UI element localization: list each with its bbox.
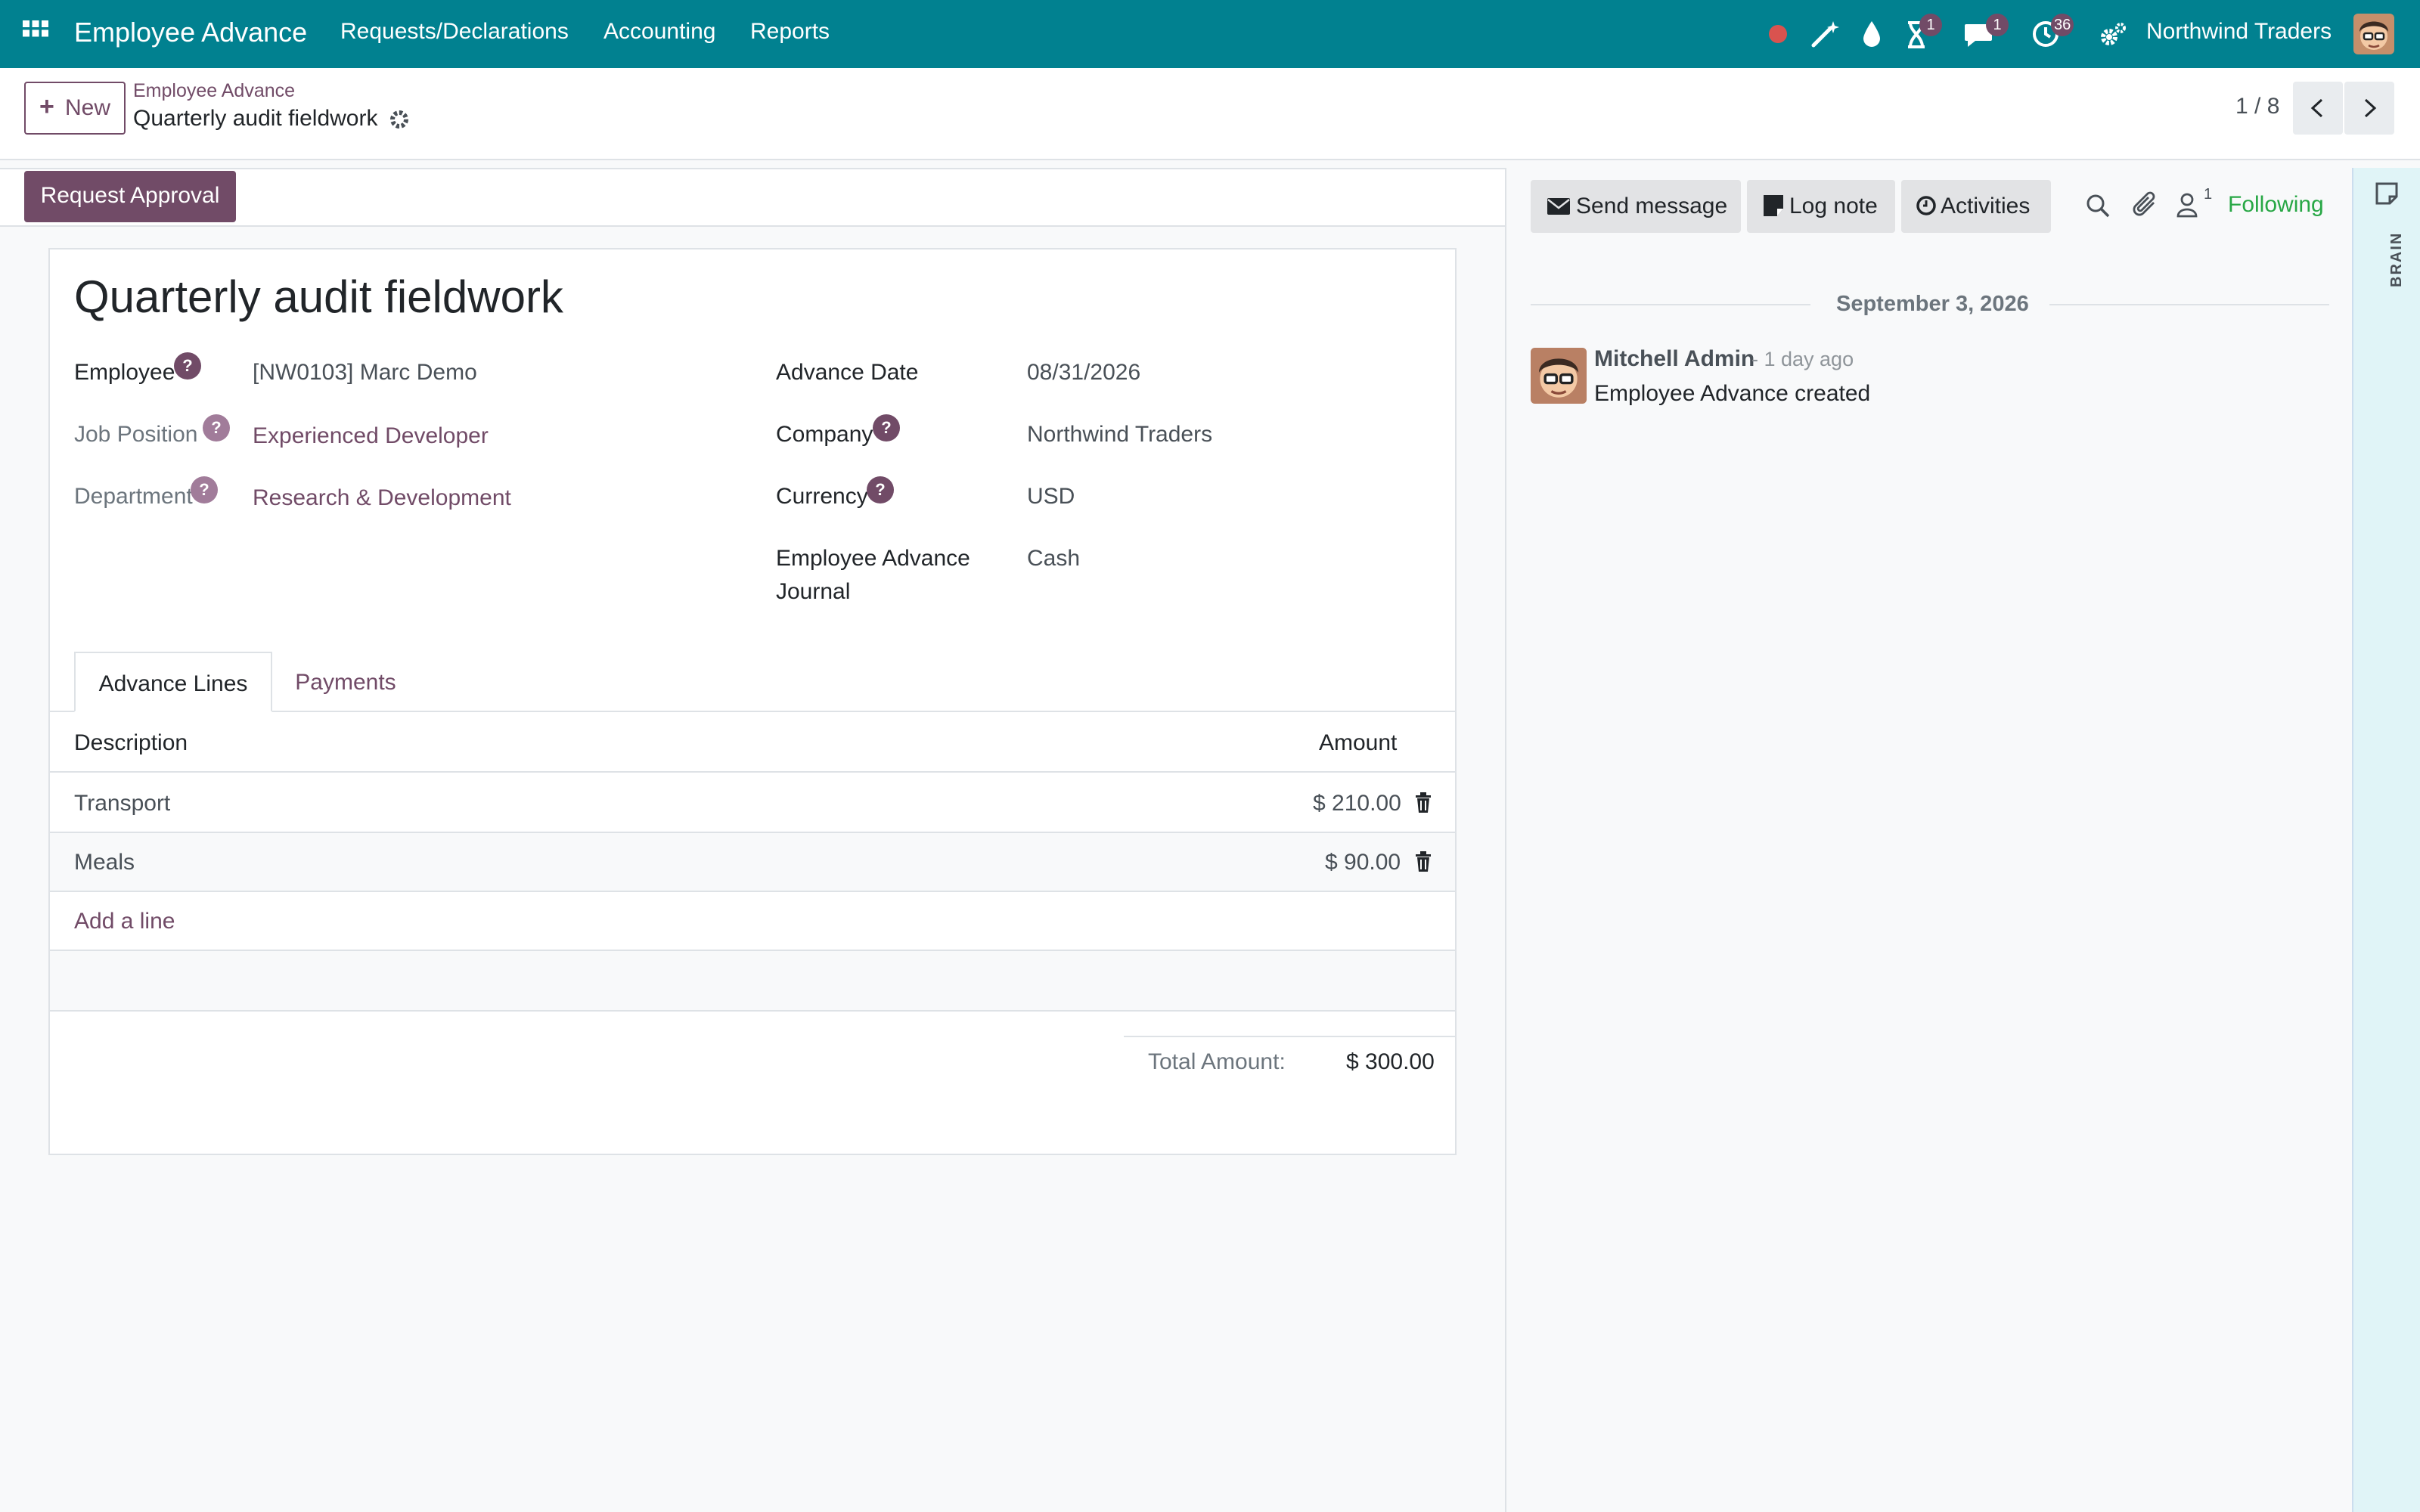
user-avatar[interactable]	[2353, 14, 2394, 54]
breadcrumb-parent[interactable]: Employee Advance	[133, 80, 295, 102]
company-switcher[interactable]: Northwind Traders	[2146, 19, 2332, 45]
menu-accounting[interactable]: Accounting	[603, 19, 715, 45]
total-amount-label: Total Amount:	[1148, 1049, 1286, 1074]
trash-icon[interactable]	[1414, 851, 1432, 872]
log-note-button[interactable]: Log note	[1747, 180, 1895, 233]
department-help-icon[interactable]: ?	[191, 476, 218, 503]
chevron-left-icon	[2310, 98, 2323, 118]
employee-value[interactable]: [NW0103] Marc Demo	[253, 360, 477, 386]
paperclip-icon[interactable]	[2133, 191, 2158, 219]
row-description-meals[interactable]: Meals	[74, 850, 135, 875]
clock-icon	[1916, 196, 1936, 215]
send-message-button[interactable]: Send message	[1531, 180, 1741, 233]
menu-reports[interactable]: Reports	[750, 19, 830, 45]
table-bottom-divider	[48, 1010, 1457, 1012]
row-divider	[48, 891, 1457, 892]
column-header-amount[interactable]: Amount	[1319, 730, 1397, 756]
department-label: Department	[74, 484, 193, 509]
following-button[interactable]: Following	[2228, 192, 2324, 218]
date-separator-line	[1531, 304, 1810, 305]
job-position-help-icon[interactable]: ?	[203, 414, 230, 442]
empty-row	[50, 951, 1455, 1010]
magic-wand-icon[interactable]	[1810, 20, 1839, 48]
message-body: Employee Advance created	[1594, 381, 1871, 406]
record-title[interactable]: Quarterly audit fieldwork	[74, 271, 563, 323]
plus-icon: +	[39, 92, 54, 121]
send-message-label: Send message	[1576, 194, 1728, 218]
currency-label: Currency	[776, 484, 868, 509]
tab-advance-lines[interactable]: Advance Lines	[74, 652, 272, 712]
journal-label-line1: Employee Advance	[776, 546, 970, 571]
author-avatar[interactable]	[1531, 348, 1587, 404]
message-author[interactable]: Mitchell Admin	[1594, 346, 1754, 372]
clock-badge: 36	[2051, 14, 2074, 36]
chevron-right-icon	[2364, 98, 2377, 118]
currency-value[interactable]: USD	[1027, 484, 1075, 510]
column-header-description[interactable]: Description	[74, 730, 188, 756]
brain-panel-label[interactable]: BRAIN	[2388, 232, 2406, 287]
sticky-note-icon[interactable]	[2375, 181, 2399, 206]
advance-date-label: Advance Date	[776, 360, 919, 385]
date-separator: September 3, 2026	[1836, 292, 2029, 316]
activities-button[interactable]: Activities	[1901, 180, 2051, 233]
job-position-label: Job Position	[74, 422, 198, 447]
department-value[interactable]: Research & Development	[253, 485, 511, 511]
droplet-icon[interactable]	[1862, 20, 1882, 48]
record-settings-gear-icon[interactable]	[389, 109, 410, 130]
total-divider	[1124, 1036, 1455, 1037]
total-amount-value: $ 300.00	[1346, 1049, 1435, 1074]
brain-side-panel	[2352, 168, 2420, 1512]
activity-badge: 1	[1919, 14, 1942, 36]
recording-dot-icon[interactable]	[1768, 24, 1788, 44]
follower-count: 1	[2204, 186, 2213, 203]
date-separator-line	[2049, 304, 2329, 305]
row-amount-meals[interactable]: $ 90.00	[1325, 850, 1401, 875]
log-note-label: Log note	[1789, 194, 1878, 218]
company-value[interactable]: Northwind Traders	[1027, 422, 1212, 448]
envelope-icon	[1547, 198, 1570, 215]
request-approval-button[interactable]: Request Approval	[24, 171, 236, 222]
row-background	[50, 833, 1455, 891]
tab-payments[interactable]: Payments	[274, 652, 417, 712]
search-icon[interactable]	[2086, 194, 2110, 218]
message-time: - 1 day ago	[1751, 348, 1854, 370]
currency-help-icon[interactable]: ?	[867, 476, 894, 503]
job-position-value[interactable]: Experienced Developer	[253, 423, 489, 449]
pager-next-button[interactable]	[2344, 82, 2394, 135]
new-button[interactable]: + New	[24, 82, 126, 135]
pager-value[interactable]: 1 / 8	[2235, 94, 2279, 119]
breadcrumb-current: Quarterly audit fieldwork	[133, 106, 378, 131]
employee-label: Employee	[74, 360, 175, 385]
employee-help-icon[interactable]: ?	[174, 352, 201, 380]
row-description-transport[interactable]: Transport	[74, 791, 170, 816]
follower-user-icon[interactable]	[2176, 192, 2198, 218]
company-label: Company	[776, 422, 873, 447]
trash-icon[interactable]	[1414, 792, 1432, 813]
company-help-icon[interactable]: ?	[873, 414, 900, 442]
row-amount-transport[interactable]: $ 210.00	[1313, 791, 1401, 816]
app-title[interactable]: Employee Advance	[74, 17, 307, 48]
header-divider	[48, 771, 1457, 773]
journal-value[interactable]: Cash	[1027, 546, 1080, 572]
settings-gears-icon[interactable]	[2099, 21, 2127, 47]
advance-date-value[interactable]: 08/31/2026	[1027, 360, 1140, 386]
activities-label: Activities	[1941, 194, 2031, 218]
top-navbar: Employee Advance Requests/Declarations A…	[0, 0, 2420, 68]
pager-previous-button[interactable]	[2293, 82, 2343, 135]
add-line-link[interactable]: Add a line	[74, 909, 175, 934]
apps-menu-icon[interactable]	[23, 20, 48, 46]
menu-requests[interactable]: Requests/Declarations	[340, 19, 569, 45]
note-icon	[1764, 195, 1783, 216]
new-button-label: New	[65, 95, 111, 120]
messages-badge: 1	[1986, 14, 2009, 36]
journal-label-line2: Journal	[776, 579, 851, 604]
